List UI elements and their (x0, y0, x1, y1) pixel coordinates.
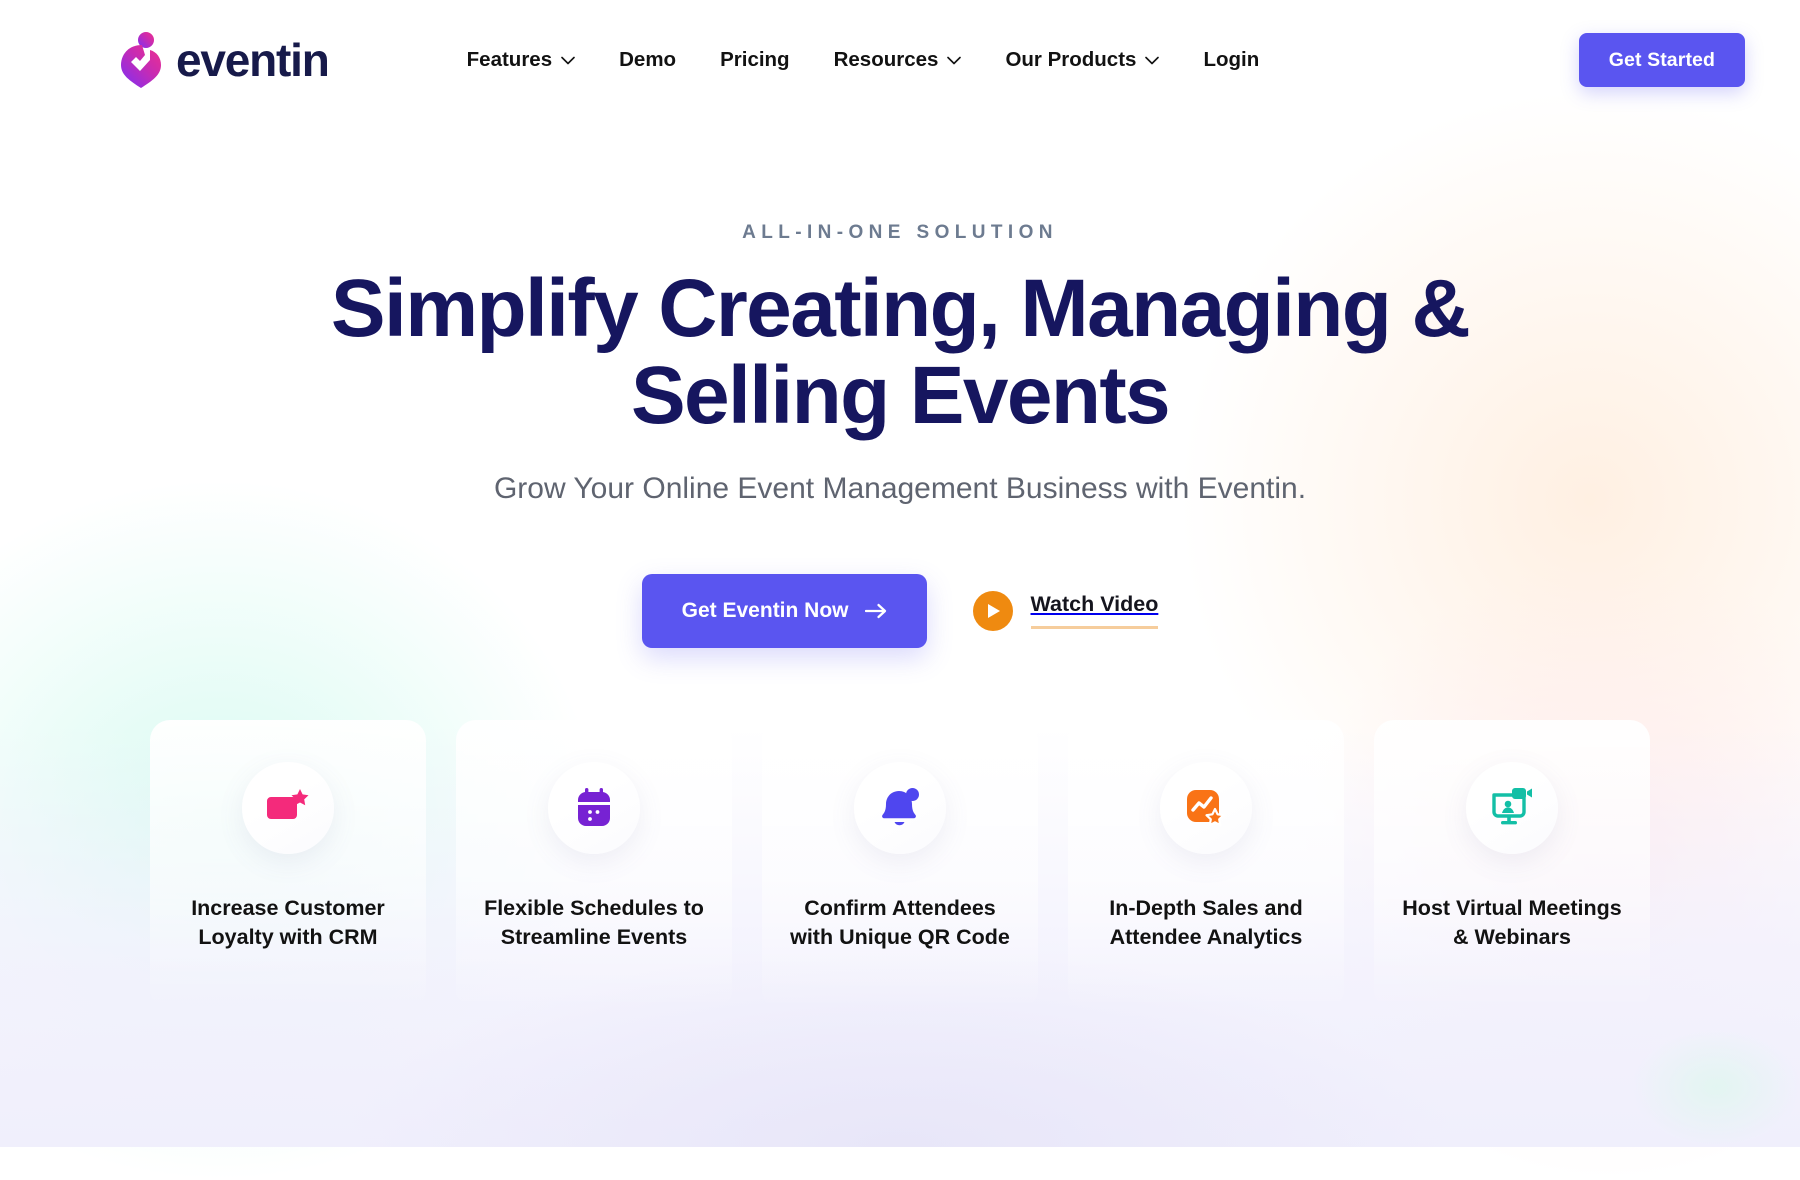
nav-label: Login (1203, 48, 1260, 71)
feature-card-title: In-Depth Sales and Attendee Analytics (1109, 894, 1303, 952)
get-eventin-now-button[interactable]: Get Eventin Now (641, 573, 927, 648)
feature-title-line-1: Confirm Attendees (804, 895, 996, 920)
chevron-down-icon (1145, 56, 1160, 65)
chevron-down-icon (561, 56, 575, 65)
feature-card-title: Confirm Attendees with Unique QR Code (790, 894, 1010, 952)
eventin-pin-logo-icon (118, 31, 166, 89)
nav-item-features[interactable]: Features (445, 38, 597, 82)
webinar-screen-icon (1466, 761, 1558, 854)
feature-cards: Increase Customer Loyalty with CRM Flexi… (0, 719, 1800, 1010)
nav-item-pricing[interactable]: Pricing (698, 38, 812, 82)
feature-card-title: Increase Customer Loyalty with CRM (191, 894, 385, 952)
nav-label: Demo (619, 48, 677, 71)
analytics-star-icon (1160, 761, 1252, 854)
feature-title-line-2: Attendee Analytics (1109, 924, 1303, 949)
feature-card-crm[interactable]: Increase Customer Loyalty with CRM (150, 719, 426, 1010)
nav-item-our-products[interactable]: Our Products (983, 38, 1181, 82)
nav-item-demo[interactable]: Demo (597, 38, 698, 82)
feature-card-schedules[interactable]: Flexible Schedules to Streamline Events (456, 719, 732, 1010)
feature-card-webinars[interactable]: Host Virtual Meetings & Webinars (1374, 719, 1650, 1010)
feature-title-line-2: with Unique QR Code (790, 924, 1010, 949)
user-star-icon (242, 761, 334, 854)
nav-label: Features (466, 48, 553, 71)
calendar-icon (548, 761, 640, 854)
nav-label: Our Products (1005, 48, 1137, 71)
nav-item-login[interactable]: Login (1181, 38, 1281, 82)
watch-video-link[interactable]: Watch Video (972, 590, 1159, 631)
main-navigation: Features Demo Pricing Resources Our Prod… (445, 38, 1282, 82)
logo-link[interactable]: eventin (118, 31, 330, 89)
feature-title-line-2: Loyalty with CRM (198, 924, 378, 949)
feature-title-line-1: Host Virtual Meetings (1402, 895, 1622, 920)
nav-label: Pricing (720, 48, 790, 71)
nav-label: Resources (833, 48, 939, 71)
feature-title-line-1: In-Depth Sales and (1109, 895, 1303, 920)
get-started-button[interactable]: Get Started (1578, 33, 1745, 87)
hero-title-line-2: Selling Events (630, 349, 1171, 441)
feature-title-line-1: Increase Customer (191, 895, 385, 920)
nav-item-resources[interactable]: Resources (812, 38, 984, 82)
hero-title-line-1: Simplify Creating, Managing & (330, 263, 1471, 354)
watch-video-label: Watch Video (1030, 592, 1159, 630)
feature-title-line-2: & Webinars (1453, 924, 1571, 949)
feature-title-line-2: Streamline Events (500, 924, 688, 949)
feature-card-qr-attendees[interactable]: Confirm Attendees with Unique QR Code (762, 719, 1038, 1010)
hero-section: ALL-IN-ONE SOLUTION Simplify Creating, M… (0, 120, 1800, 648)
feature-card-title: Host Virtual Meetings & Webinars (1402, 894, 1621, 952)
hero-cta-row: Get Eventin Now Watch Video (0, 573, 1800, 648)
play-icon (972, 590, 1013, 631)
hero-subtitle: Grow Your Online Event Management Busine… (493, 471, 1307, 505)
chevron-down-icon (947, 56, 962, 65)
hero-eyebrow: ALL-IN-ONE SOLUTION (742, 222, 1058, 243)
feature-card-title: Flexible Schedules to Streamline Events (484, 894, 704, 952)
page-title: Simplify Creating, Managing & Selling Ev… (0, 263, 1800, 441)
primary-cta-label: Get Eventin Now (681, 598, 849, 622)
feature-card-analytics[interactable]: In-Depth Sales and Attendee Analytics (1068, 719, 1344, 1010)
logo-wordmark: eventin (176, 34, 330, 86)
arrow-right-icon (864, 603, 887, 619)
site-header: eventin Features Demo Pricing Resources … (0, 0, 1800, 120)
bell-alert-icon (854, 761, 946, 854)
feature-title-line-1: Flexible Schedules to (484, 895, 704, 920)
